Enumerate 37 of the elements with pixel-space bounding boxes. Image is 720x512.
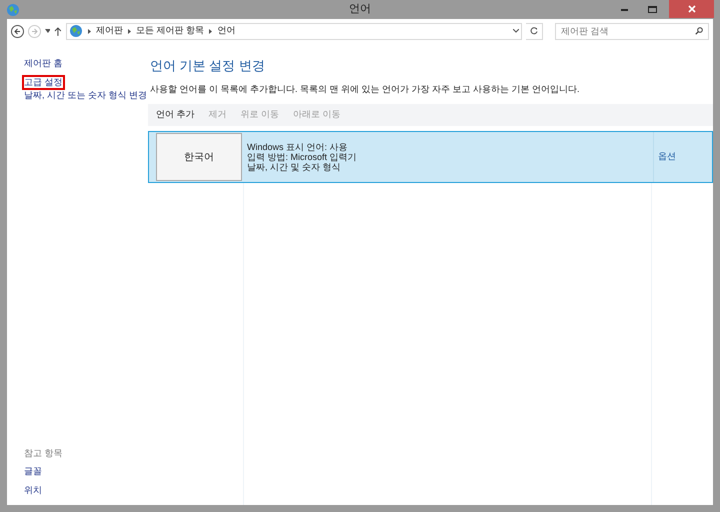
page-description: 사용할 언어를 이 목록에 추가합니다. 목록의 맨 위에 있는 언어가 가장 자주 보고 사용하는 기본 언어입니다.: [150, 82, 581, 96]
sidebar-link[interactable]: 제어판 홈: [24, 58, 63, 69]
see-also-link[interactable]: 글꼴: [24, 465, 42, 478]
language-detail: Windows 표시 언어: 사용: [247, 142, 349, 152]
search-icon: [695, 26, 703, 34]
close-icon: [688, 5, 696, 13]
globe-icon: [69, 24, 84, 38]
globe-icon: [6, 2, 20, 16]
breadcrumb-arrow-icon: [128, 28, 132, 34]
back-arrow-icon: [14, 28, 21, 34]
dropdown-caret-icon[interactable]: [513, 29, 520, 33]
language-tile: 한국어: [156, 133, 242, 181]
breadcrumb-arrow-icon: [88, 28, 92, 34]
language-detail: 입력 방법: Microsoft 입력기: [247, 152, 358, 162]
window-title: 언어: [349, 2, 371, 18]
breadcrumb-item[interactable]: 모든 제어판 항목: [136, 24, 204, 38]
forward-arrow-icon: [30, 28, 38, 34]
breadcrumb-item[interactable]: 제어판: [96, 24, 124, 38]
language-detail: 날짜, 시간 및 숫자 형식: [247, 162, 342, 172]
toolbar-button[interactable]: 언어 추가: [156, 108, 195, 122]
breadcrumb-item[interactable]: 언어: [217, 24, 236, 38]
refresh-icon: [530, 27, 538, 35]
refresh-button[interactable]: [526, 22, 543, 40]
search-field[interactable]: 제어판 검색: [555, 22, 709, 40]
sidebar-link[interactable]: 고급 설정: [24, 77, 63, 88]
page-heading: 언어 기본 설정 변경: [150, 57, 266, 75]
back-button[interactable]: [11, 24, 24, 38]
see-also-link[interactable]: 위치: [24, 484, 42, 497]
see-also-heading: 참고 항목: [24, 446, 64, 460]
up-arrow-icon[interactable]: [54, 26, 62, 36]
address-bar[interactable]: 제어판 모든 제어판 항목 언어: [66, 22, 522, 40]
breadcrumb-arrow-icon: [209, 28, 212, 34]
close-button[interactable]: [669, 0, 714, 18]
sidebar-link[interactable]: 날짜, 시간 또는 숫자 형식 변경: [24, 90, 148, 101]
options-link[interactable]: 옵션: [658, 150, 676, 164]
language-row[interactable]: 한국어 Windows 표시 언어: 사용 입력 방법: Microsoft 입력기 날짜, 시간 및 숫자 형식 옵션: [148, 131, 713, 183]
dropdown-caret-icon[interactable]: [44, 29, 50, 33]
